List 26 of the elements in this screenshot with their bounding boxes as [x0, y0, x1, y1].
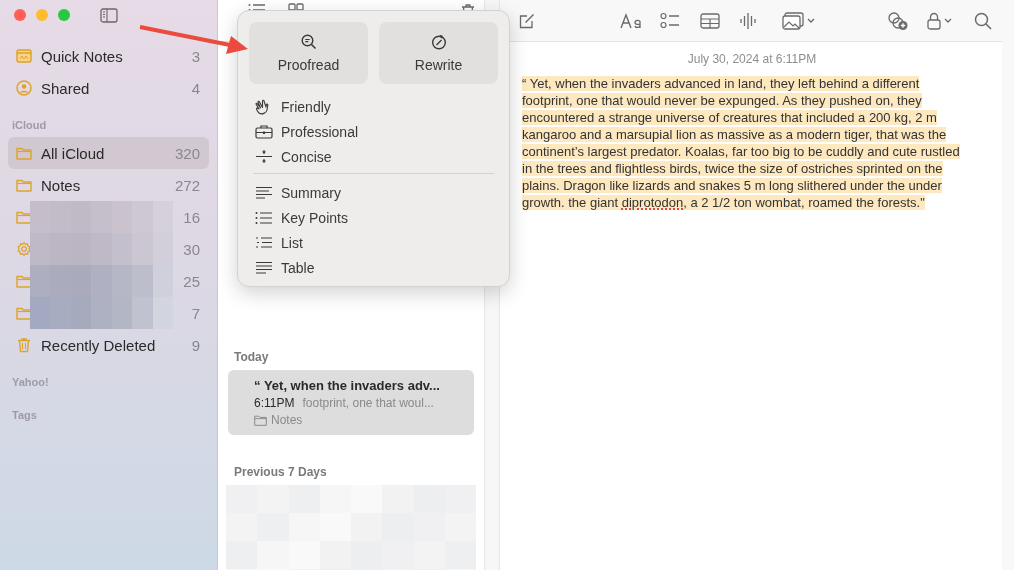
- note-time: 6:11PM: [254, 396, 295, 410]
- section-header: Yahoo!: [11, 375, 50, 390]
- section-header: Tags: [11, 408, 38, 423]
- tool-button[interactable]: Rewrite: [379, 22, 498, 84]
- section-header: Previous 7 Days: [233, 464, 328, 481]
- sidebar-item[interactable]: All iCloud 320: [8, 137, 209, 169]
- tool-button[interactable]: Proofread: [249, 22, 368, 84]
- menu-item[interactable]: Summary: [253, 180, 494, 205]
- sidebar-item[interactable]: Notes 272: [8, 169, 209, 201]
- menu-item[interactable]: Concise: [253, 144, 494, 169]
- note-card[interactable]: “ Yet, when the invaders adv... 6:11PM footprint, one that woul... Notes: [228, 370, 474, 435]
- sidebar-item[interactable]: Quick Notes 3: [8, 40, 209, 72]
- note-preview: footprint, one that woul...: [302, 396, 434, 410]
- sidebar-item[interactable]: Shared 4: [8, 72, 209, 104]
- note-folder: Notes: [271, 413, 303, 427]
- menu-item[interactable]: Professional: [253, 119, 494, 144]
- menu-item[interactable]: List: [253, 230, 494, 255]
- note-date: July 30, 2024 at 6:11PM: [686, 52, 818, 66]
- note-text: “ Yet, when the invaders advanced in land, they left behind a different footprint, one that would never be expunged. As they pushed on, they encountered a strange universe of creatures that included a 200 kg, 2 m kangaroo and a marsupial lion as massive as a modern tiger, that was the continent’s largest predator. Koalas, far too big to be cuddly and cute rustled in the trees and flightless birds, twice the size of ostriches sprinted on the plains. Dragon like lizards and snakes 5 m long slithered under the under growth. the giant diprotodon, a 2 1/2 ton wombat, roamed the forests.": [522, 75, 961, 211]
- section-header: iCloud: [11, 118, 48, 133]
- menu-item[interactable]: Table: [253, 255, 494, 280]
- menu-item[interactable]: Friendly: [253, 94, 494, 119]
- note-title: “ Yet, when the invaders adv...: [254, 378, 441, 393]
- section-header: Today: [233, 349, 270, 366]
- menu-item[interactable]: Key Points: [253, 205, 494, 230]
- sidebar-item[interactable]: Recently Deleted 9: [8, 329, 209, 361]
